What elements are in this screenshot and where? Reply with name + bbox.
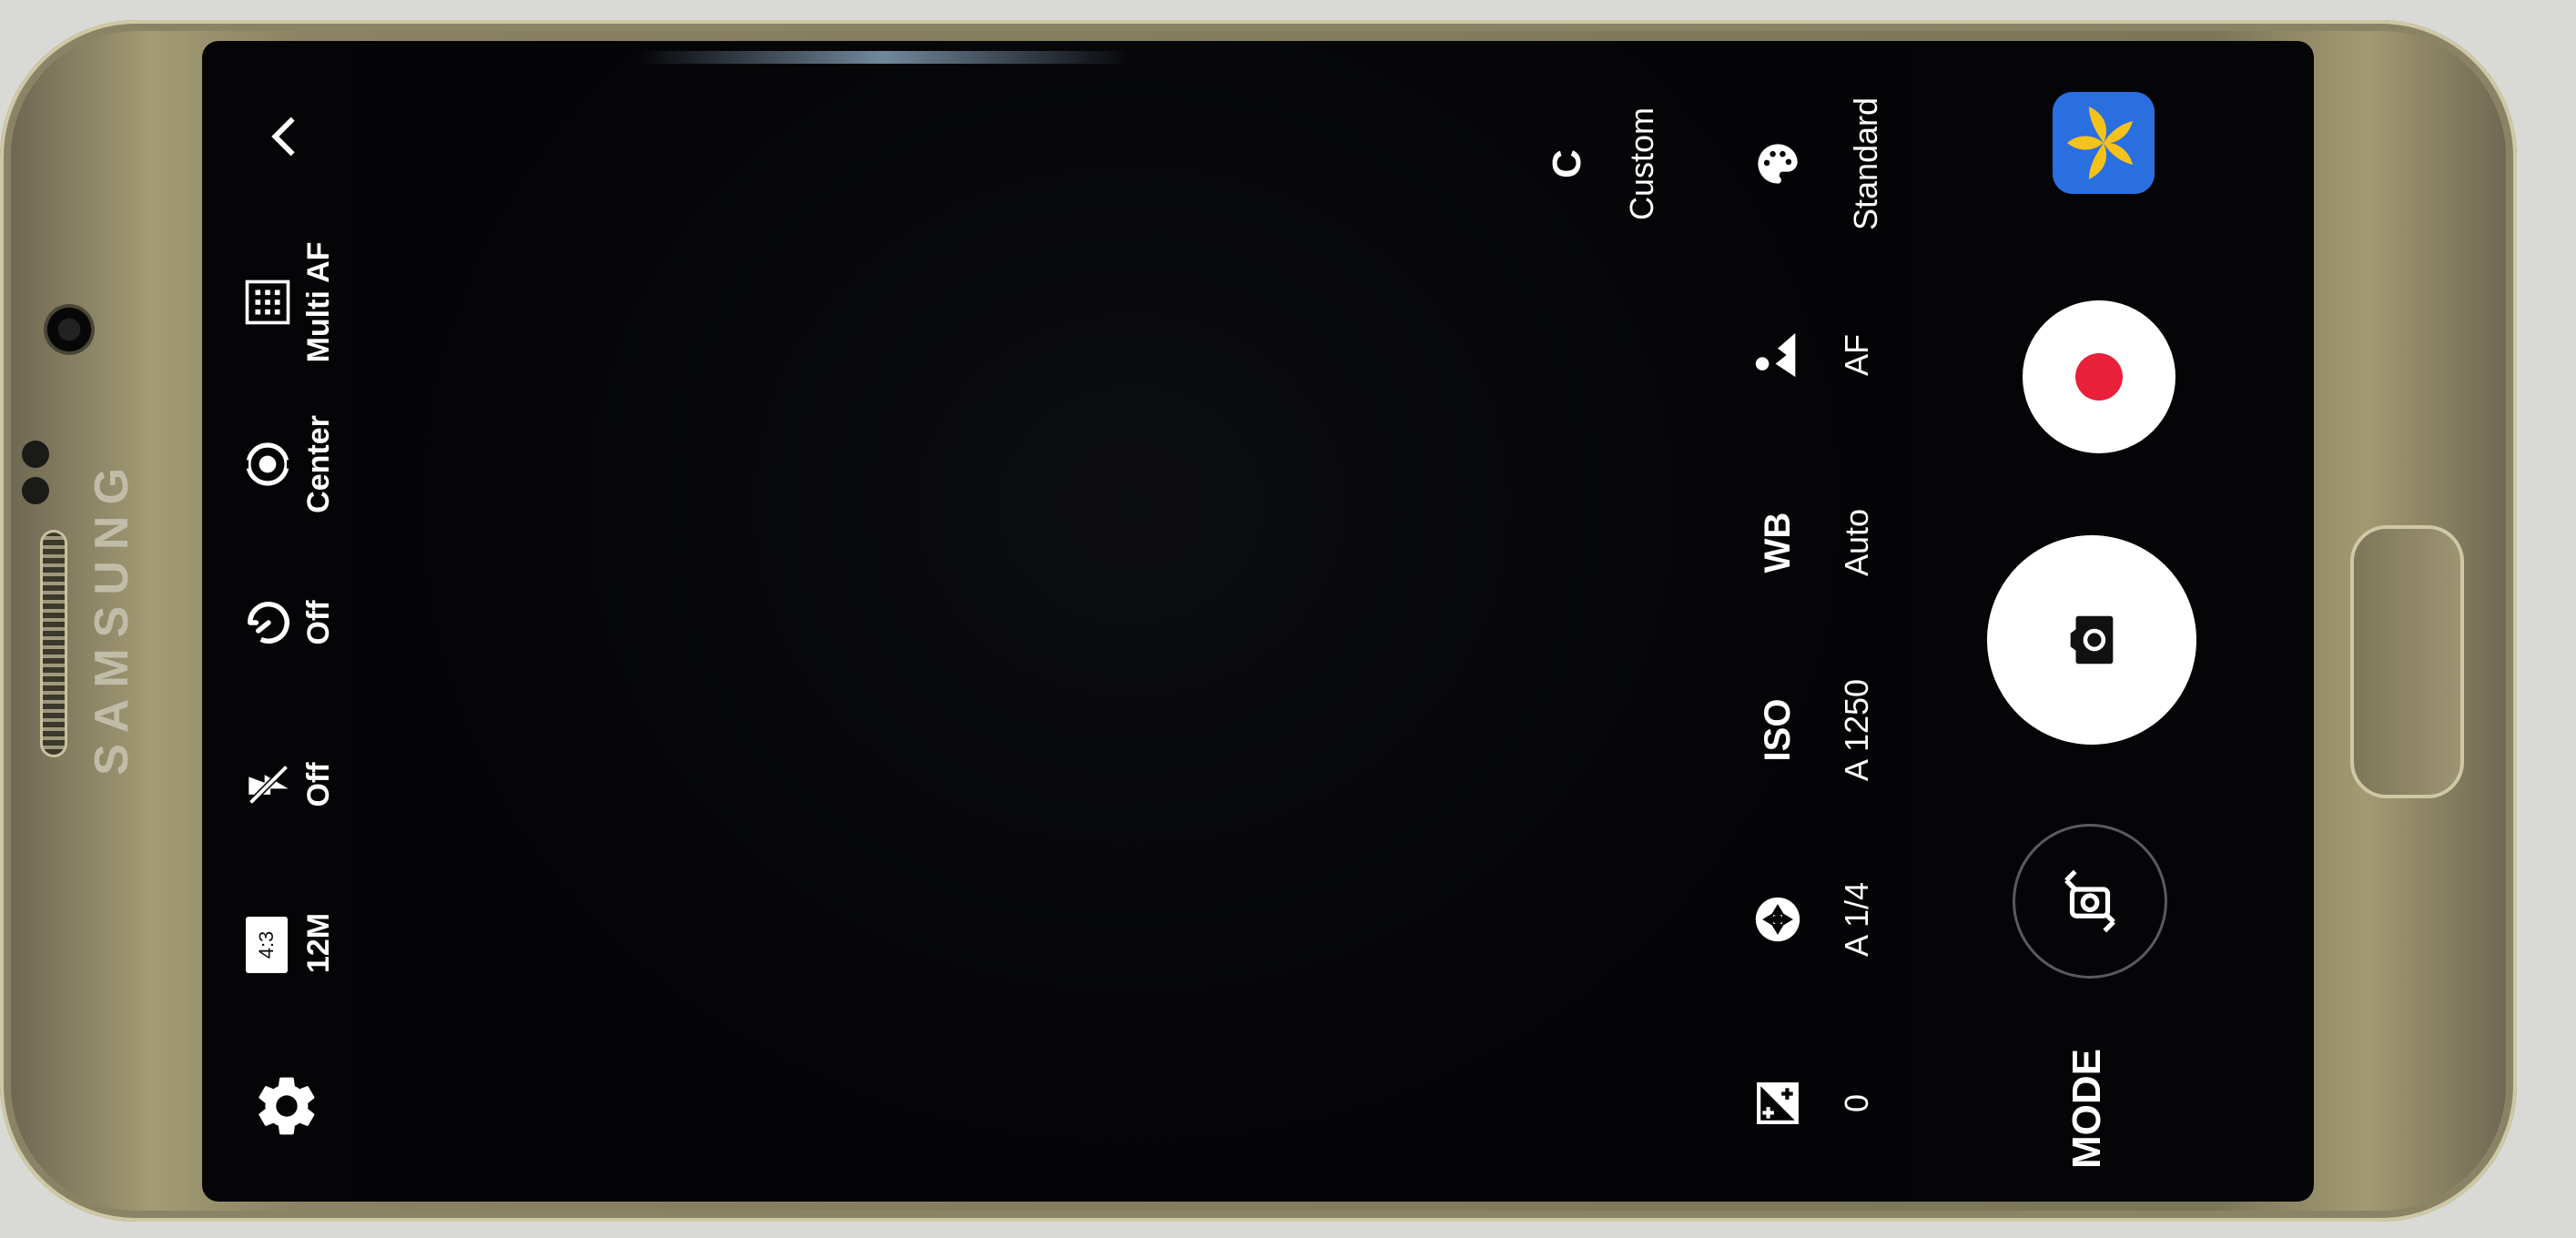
screen-glare <box>637 51 1129 64</box>
flash-off-icon[interactable] <box>245 761 292 808</box>
earpiece-speaker <box>40 530 67 757</box>
color-tone-value: Standard <box>1847 96 1884 231</box>
exposure-icon[interactable] <box>1755 1081 1800 1126</box>
home-button[interactable] <box>2350 525 2464 798</box>
timer-icon[interactable] <box>244 598 293 647</box>
wb-value: Auto <box>1838 508 1875 577</box>
picture-size-label: 12M <box>301 912 336 974</box>
brand-logo: SAMSUNG <box>86 457 138 776</box>
shutter-button[interactable] <box>1987 535 2196 745</box>
record-button[interactable] <box>2023 300 2175 453</box>
wb-label[interactable]: WB <box>1758 512 1798 573</box>
custom-value: Custom <box>1623 107 1660 221</box>
metering-center-icon[interactable] <box>242 439 293 490</box>
proximity-sensor <box>22 441 49 468</box>
front-camera <box>44 304 95 355</box>
iso-label[interactable]: ISO <box>1758 699 1798 762</box>
iso-value: A 1250 <box>1838 678 1875 782</box>
record-icon <box>2075 353 2123 401</box>
exposure-value: 0 <box>1838 1093 1875 1113</box>
multi-af-icon[interactable] <box>243 278 292 327</box>
gear-icon[interactable] <box>251 1071 322 1142</box>
focus-icon[interactable] <box>1751 329 1804 381</box>
gallery-thumbnail[interactable] <box>2053 92 2155 194</box>
chevron-right-icon[interactable] <box>258 110 310 163</box>
picture-size-ratio-icon[interactable]: 4:3 <box>246 917 288 973</box>
focus-value: AF <box>1838 333 1875 377</box>
palette-icon[interactable] <box>1754 140 1801 188</box>
mode-button[interactable]: MODE <box>2064 1049 2109 1169</box>
aperture-icon[interactable] <box>1751 893 1804 946</box>
switch-camera-icon <box>2054 866 2125 937</box>
camera-icon <box>2060 608 2124 672</box>
metering-label: Center <box>301 415 336 513</box>
shutter-speed-value: A 1/4 <box>1838 881 1875 958</box>
timer-label: Off <box>301 600 336 645</box>
light-sensor <box>22 477 49 504</box>
flash-label: Off <box>301 762 336 807</box>
viewfinder[interactable] <box>357 41 1906 1202</box>
custom-c-label[interactable]: C <box>1545 149 1589 178</box>
focus-area-label: Multi AF <box>301 241 336 363</box>
switch-camera-button[interactable] <box>2013 824 2167 979</box>
